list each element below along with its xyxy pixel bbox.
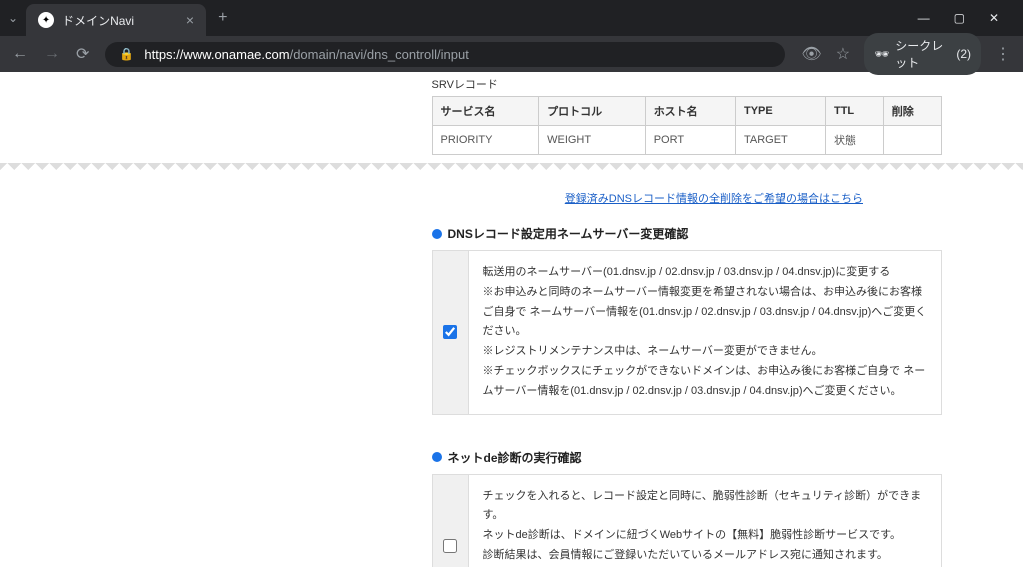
col-service: サービス名 <box>432 97 539 126</box>
nameserver-change-checkbox[interactable] <box>443 325 457 339</box>
section-net-diagnosis: ネットde診断の実行確認 <box>432 449 942 466</box>
incognito-badge[interactable]: 🕶 シークレット (2) <box>864 33 981 75</box>
menu-icon[interactable]: ⋮ <box>995 44 1011 64</box>
col-type: TYPE <box>735 97 825 126</box>
col-target: TARGET <box>735 126 825 155</box>
srv-record-label: SRVレコード <box>432 76 942 92</box>
col-empty <box>883 126 941 155</box>
section-title: ネットde診断の実行確認 <box>448 449 582 466</box>
page-content: SRVレコード サービス名 プロトコル ホスト名 TYPE TTL 削除 PRI… <box>0 72 1023 567</box>
section-title: DNSレコード設定用ネームサーバー変更確認 <box>448 225 689 242</box>
site-info-icon[interactable]: 🔒 <box>119 47 134 61</box>
col-port: PORT <box>645 126 735 155</box>
bullet-icon <box>432 452 442 462</box>
back-icon[interactable]: ← <box>12 45 28 63</box>
maximize-button[interactable]: ▢ <box>954 11 965 25</box>
browser-chrome: ⌄ ✦ ドメインNavi × + — ▢ ✕ ← → ⟳ 🔒 https://w… <box>0 0 1023 72</box>
col-priority: PRIORITY <box>432 126 539 155</box>
browser-tab[interactable]: ✦ ドメインNavi × <box>26 4 206 36</box>
table-row: サービス名 プロトコル ホスト名 TYPE TTL 削除 <box>432 97 941 126</box>
window-controls: — ▢ ✕ <box>918 11 1015 25</box>
col-weight: WEIGHT <box>539 126 646 155</box>
chevron-down-icon[interactable]: ⌄ <box>8 11 18 25</box>
new-tab-button[interactable]: + <box>218 9 227 27</box>
minimize-button[interactable]: — <box>918 11 930 25</box>
col-ttl: TTL <box>825 97 883 126</box>
nameserver-option-box: 転送用のネームサーバー(01.dnsv.jp / 02.dnsv.jp / 03… <box>432 250 942 415</box>
diagnosis-checkbox[interactable] <box>443 539 457 553</box>
col-state: 状態 <box>825 126 883 155</box>
eye-off-icon[interactable]: 👁 <box>801 44 821 64</box>
col-protocol: プロトコル <box>539 97 646 126</box>
col-delete: 削除 <box>883 97 941 126</box>
section-nameserver-confirm: DNSレコード設定用ネームサーバー変更確認 <box>432 225 942 242</box>
star-icon[interactable]: ☆ <box>836 44 850 64</box>
bullet-icon <box>432 229 442 239</box>
nameserver-option-text: 転送用のネームサーバー(01.dnsv.jp / 02.dnsv.jp / 03… <box>469 251 941 414</box>
nav-right: 👁 ☆ 🕶 シークレット (2) ⋮ <box>801 33 1011 75</box>
diagnosis-option-text: チェックを入れると、レコード設定と同時に、脆弱性診断（セキュリティ診断）ができま… <box>469 475 941 567</box>
tab-title: ドメインNavi <box>62 12 178 29</box>
delete-all-records-link[interactable]: 登録済みDNSレコード情報の全削除をご希望の場合はこちら <box>565 193 863 205</box>
srv-record-table: サービス名 プロトコル ホスト名 TYPE TTL 削除 PRIORITY WE… <box>432 96 942 155</box>
address-bar[interactable]: 🔒 https://www.onamae.com/domain/navi/dns… <box>105 42 785 67</box>
table-row: PRIORITY WEIGHT PORT TARGET 状態 <box>432 126 941 155</box>
reload-icon[interactable]: ⟳ <box>76 44 89 64</box>
close-icon[interactable]: × <box>186 12 194 28</box>
forward-icon[interactable]: → <box>44 45 60 63</box>
tab-bar: ⌄ ✦ ドメインNavi × + — ▢ ✕ <box>0 0 1023 36</box>
section-divider <box>0 163 1023 177</box>
nav-bar: ← → ⟳ 🔒 https://www.onamae.com/domain/na… <box>0 36 1023 72</box>
tab-favicon: ✦ <box>38 12 54 28</box>
col-host: ホスト名 <box>645 97 735 126</box>
incognito-icon: 🕶 <box>874 47 889 61</box>
close-window-button[interactable]: ✕ <box>989 11 999 25</box>
diagnosis-option-box: チェックを入れると、レコード設定と同時に、脆弱性診断（セキュリティ診断）ができま… <box>432 474 942 567</box>
url-text: https://www.onamae.com/domain/navi/dns_c… <box>144 47 468 62</box>
